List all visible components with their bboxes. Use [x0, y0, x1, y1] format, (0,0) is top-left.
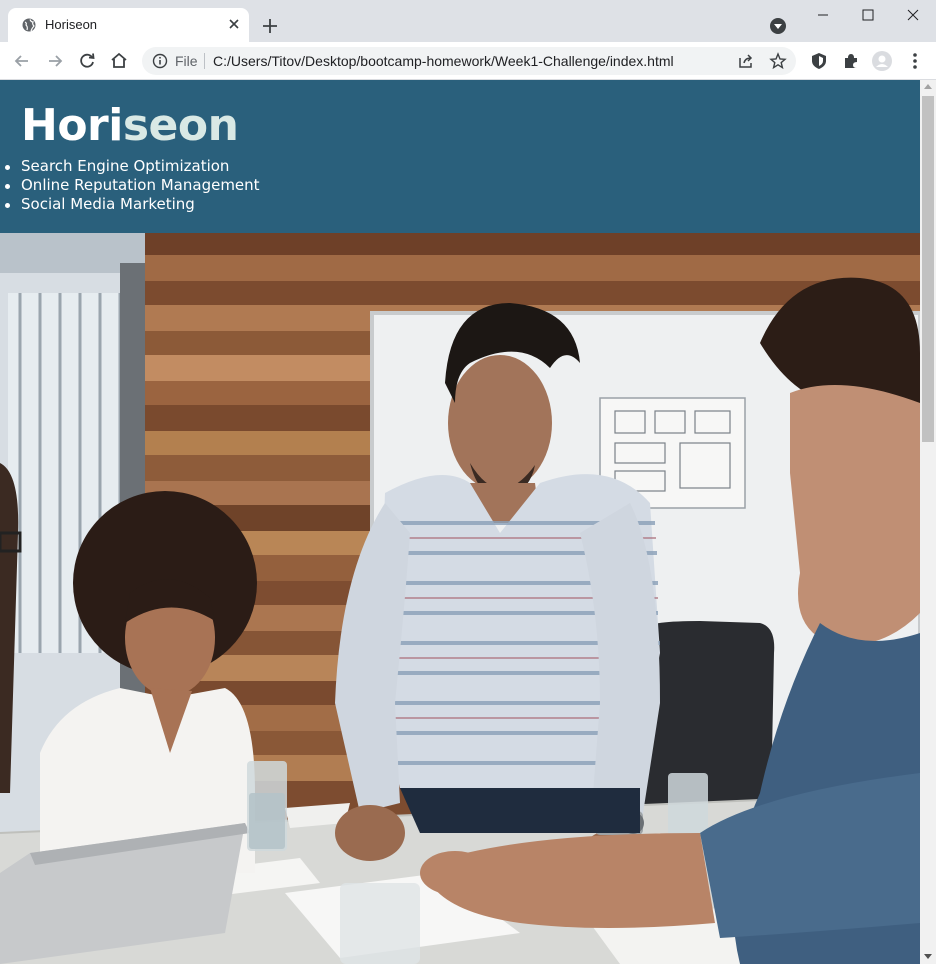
puzzle-icon[interactable] — [841, 51, 861, 71]
address-scheme-label: File — [175, 53, 198, 69]
window-close-icon[interactable] — [890, 0, 936, 30]
address-bar[interactable]: File C:/Users/Titov/Desktop/bootcamp-hom… — [142, 47, 796, 75]
address-url[interactable]: C:/Users/Titov/Desktop/bootcamp-homework… — [213, 53, 674, 69]
share-icon[interactable] — [737, 52, 755, 70]
star-icon[interactable] — [769, 52, 787, 70]
browser-toolbar: File C:/Users/Titov/Desktop/bootcamp-hom… — [0, 42, 936, 80]
hero-image — [0, 233, 920, 964]
page-viewport: Horiseon Search Engine Optimization Onli… — [0, 80, 920, 964]
logo-part-hori: Hori — [21, 100, 123, 151]
scroll-thumb[interactable] — [922, 96, 934, 442]
shield-extension-icon[interactable] — [809, 51, 829, 71]
address-separator — [204, 53, 205, 69]
browser-tab[interactable]: Horiseon — [8, 8, 249, 42]
scroll-up-icon[interactable] — [924, 84, 932, 89]
forward-icon[interactable] — [44, 50, 66, 72]
back-icon[interactable] — [11, 50, 33, 72]
page-scrollbar[interactable] — [920, 80, 936, 964]
info-icon[interactable] — [152, 53, 168, 69]
site-logo: Horiseon — [21, 100, 239, 151]
maximize-icon[interactable] — [845, 0, 891, 30]
tab-strip: Horiseon — [0, 0, 936, 42]
scroll-down-icon[interactable] — [924, 954, 932, 959]
globe-icon — [22, 18, 36, 32]
nav-item-search-engine-optimization[interactable]: Search Engine Optimization — [5, 157, 260, 176]
site-header: Horiseon Search Engine Optimization Onli… — [0, 80, 920, 233]
reload-icon[interactable] — [76, 50, 98, 72]
site-nav: Search Engine Optimization Online Reputa… — [5, 157, 260, 214]
nav-item-social-media-marketing[interactable]: Social Media Marketing — [5, 195, 260, 214]
tab-search-icon[interactable] — [769, 17, 787, 35]
tab-title: Horiseon — [45, 17, 98, 32]
minimize-icon[interactable] — [800, 0, 846, 30]
home-icon[interactable] — [108, 50, 130, 72]
profile-icon[interactable] — [872, 51, 892, 71]
logo-part-seon: seon — [122, 100, 239, 151]
close-icon[interactable] — [226, 16, 242, 32]
menu-icon[interactable] — [905, 51, 925, 71]
plus-icon[interactable] — [260, 16, 280, 36]
nav-item-online-reputation-management[interactable]: Online Reputation Management — [5, 176, 260, 195]
